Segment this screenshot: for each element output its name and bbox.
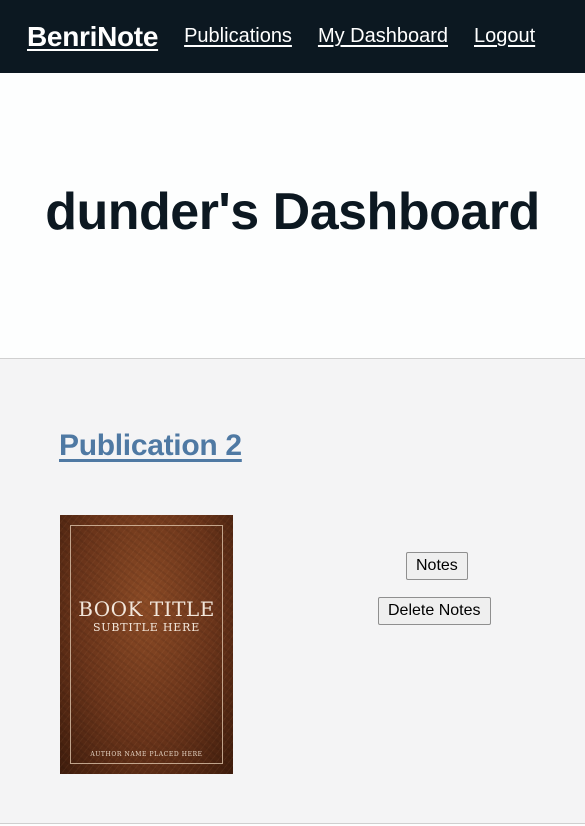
brand-link[interactable]: BenriNote — [27, 21, 158, 53]
publication-title-link[interactable]: Publication 2 — [59, 429, 242, 463]
book-cover-image: BOOK TITLE SUBTITLE HERE AUTHOR NAME PLA… — [60, 515, 233, 774]
delete-notes-button[interactable]: Delete Notes — [378, 597, 491, 625]
dashboard-header: dunder's Dashboard — [0, 73, 585, 359]
cover-frame — [70, 525, 223, 764]
navbar: BenriNote Publications My Dashboard Logo… — [0, 0, 585, 73]
nav-link-my-dashboard[interactable]: My Dashboard — [318, 25, 448, 48]
notes-button[interactable]: Notes — [406, 552, 468, 580]
nav-link-publications[interactable]: Publications — [184, 25, 292, 48]
cover-author: AUTHOR NAME PLACED HERE — [90, 751, 203, 758]
cover-title: BOOK TITLE — [78, 597, 215, 621]
page-title: dunder's Dashboard — [45, 182, 540, 241]
publication-card: Publication 2 BOOK TITLE SUBTITLE HERE A… — [0, 359, 585, 824]
nav-link-logout[interactable]: Logout — [474, 25, 535, 48]
cover-subtitle: SUBTITLE HERE — [92, 621, 201, 634]
